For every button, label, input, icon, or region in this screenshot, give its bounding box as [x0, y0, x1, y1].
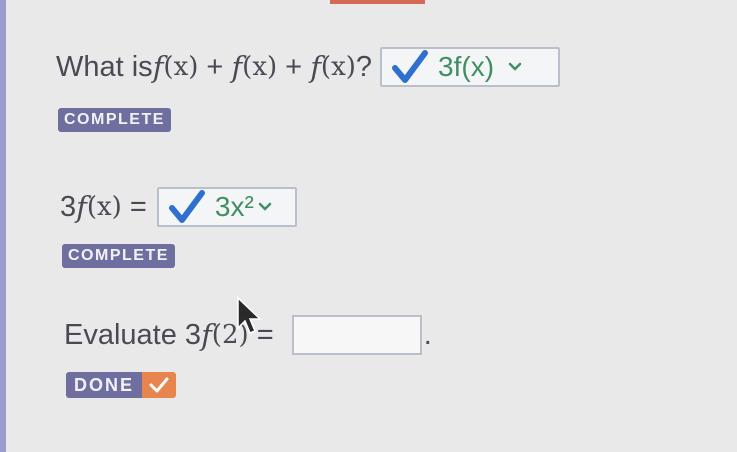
func-f: f [310, 50, 321, 84]
question-2: 3 f (x) = 3x² [60, 184, 297, 230]
done-label: DONE [66, 372, 143, 398]
period: . [423, 318, 432, 351]
question-mark: ? [355, 50, 373, 83]
plus-sign: + [198, 50, 232, 83]
func-f: f [231, 50, 243, 84]
func-f: f [152, 50, 164, 84]
answer-dropdown-1[interactable]: 3f(x) [380, 47, 561, 87]
complete-badge-2: COMPLETE [62, 244, 175, 268]
question-1: What is f (x) + f (x) + f (x) ? 3f(x) [56, 44, 561, 90]
func-arg: (x) [320, 52, 356, 82]
plus-sign: + [277, 50, 311, 83]
checkmark-icon [149, 377, 169, 393]
func-arg: (x) [163, 52, 199, 82]
complete-badge-1: COMPLETE [58, 108, 171, 132]
answer-input-3[interactable] [291, 315, 422, 355]
question-panel: What is f (x) + f (x) + f (x) ? 3f(x) COMPL… [0, 0, 737, 452]
checkmark-icon [168, 190, 205, 223]
answer-dropdown-2[interactable]: 3x² [156, 187, 297, 227]
question-1-prefix: What is [56, 50, 153, 83]
done-check-box [142, 372, 177, 398]
coefficient: 3 [60, 190, 77, 223]
chevron-down-icon[interactable] [258, 202, 272, 212]
func-arg: (x) [242, 52, 278, 82]
answer-1-value: 3f(x) [438, 51, 495, 82]
checkmark-icon [392, 50, 429, 83]
coefficient: 3 [184, 318, 202, 351]
chevron-down-icon[interactable] [508, 62, 522, 72]
equals-sign: = [121, 190, 155, 223]
func-f: f [76, 190, 87, 224]
question-3-prefix: Evaluate [64, 318, 185, 351]
mouse-pointer-icon [237, 296, 262, 334]
func-arg: (x) [86, 192, 122, 222]
done-button[interactable]: DONE [66, 372, 177, 398]
answer-2-value: 3x² [214, 191, 254, 222]
func-f: f [201, 318, 212, 352]
